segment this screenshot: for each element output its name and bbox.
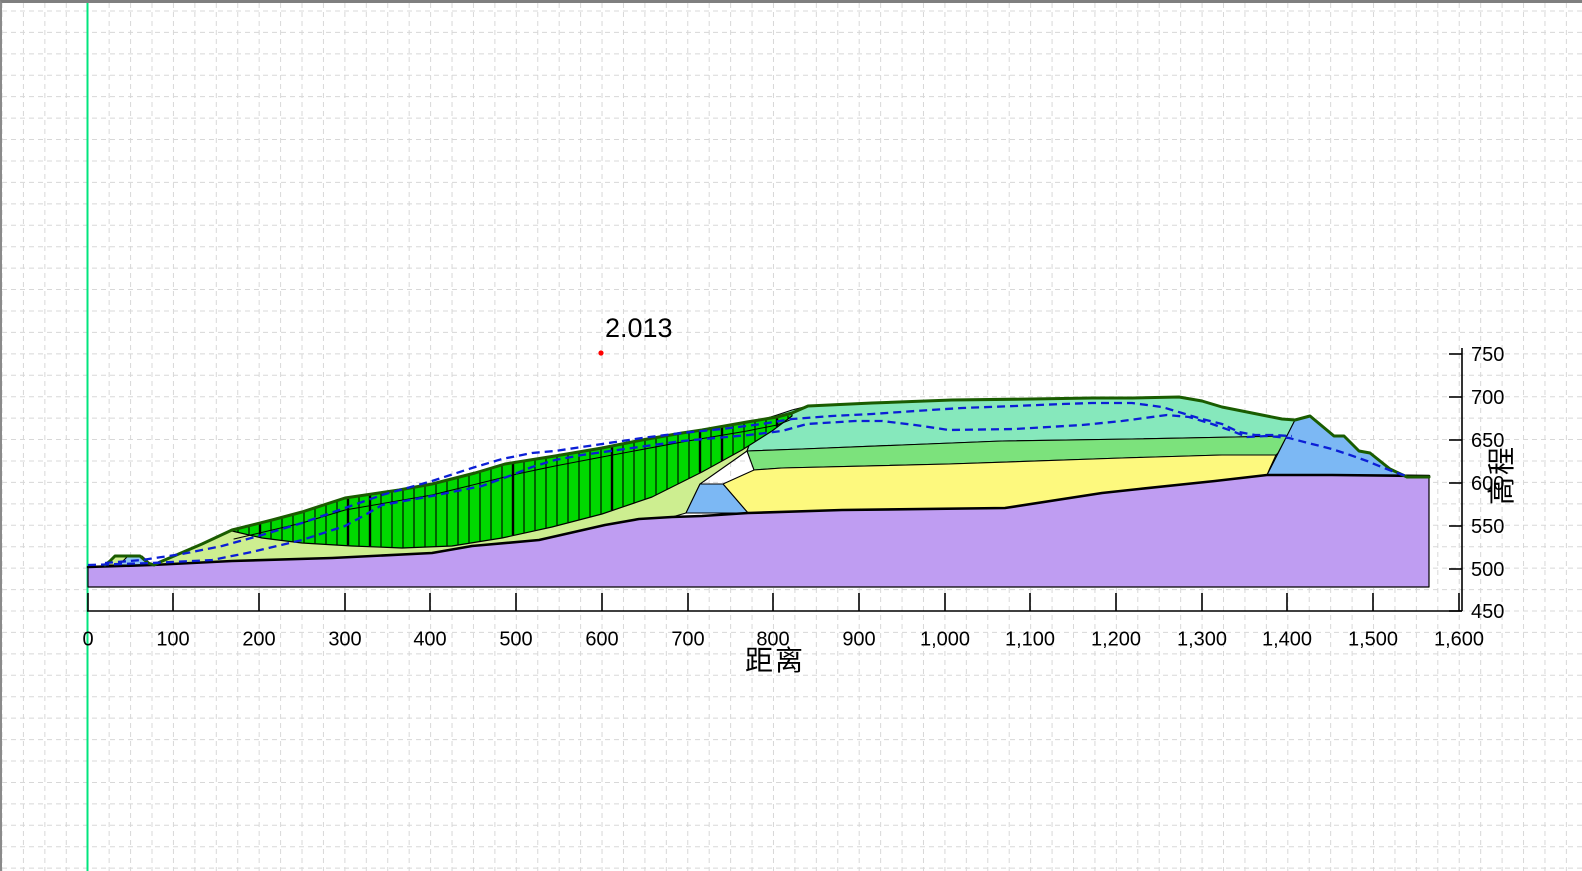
slope-analysis-viewport: 0 100 200 300 400 500 600 700 800 900 1,000 1,100 1,… — [0, 0, 1582, 871]
x-tick-label: 200 — [242, 629, 275, 651]
x-tick-label: 1,000 — [920, 629, 970, 651]
x-tick-label: 1,200 — [1091, 629, 1141, 651]
y-tick-label: 500 — [1471, 559, 1504, 581]
x-tick-label: 0 — [82, 629, 93, 651]
x-tick-label: 700 — [671, 629, 704, 651]
factor-of-safety-label[interactable]: 2.013 — [605, 313, 673, 344]
y-tick-label: 550 — [1471, 516, 1504, 538]
x-tick-label: 100 — [156, 629, 189, 651]
x-tick-label: 400 — [413, 629, 446, 651]
y-tick-label: 450 — [1471, 601, 1504, 623]
x-tick-label: 1,100 — [1005, 629, 1055, 651]
x-axis-title: 距离 — [745, 645, 806, 676]
cross-section-canvas[interactable]: 0 100 200 300 400 500 600 700 800 900 1,000 1,100 1,… — [2, 3, 1582, 871]
x-tick-label: 1,400 — [1262, 629, 1312, 651]
x-tick-label: 1,500 — [1348, 629, 1398, 651]
slip-center-marker[interactable] — [598, 350, 604, 356]
x-tick-label: 1,600 — [1434, 629, 1484, 651]
x-tick-label: 1,300 — [1177, 629, 1227, 651]
x-tick-label: 900 — [842, 629, 875, 651]
y-axis-title: 高程 — [1486, 445, 1517, 506]
y-tick-label: 700 — [1471, 387, 1504, 409]
x-tick-label: 300 — [328, 629, 361, 651]
x-tick-label: 600 — [585, 629, 618, 651]
y-tick-label: 750 — [1471, 344, 1504, 366]
x-tick-label: 500 — [499, 629, 532, 651]
